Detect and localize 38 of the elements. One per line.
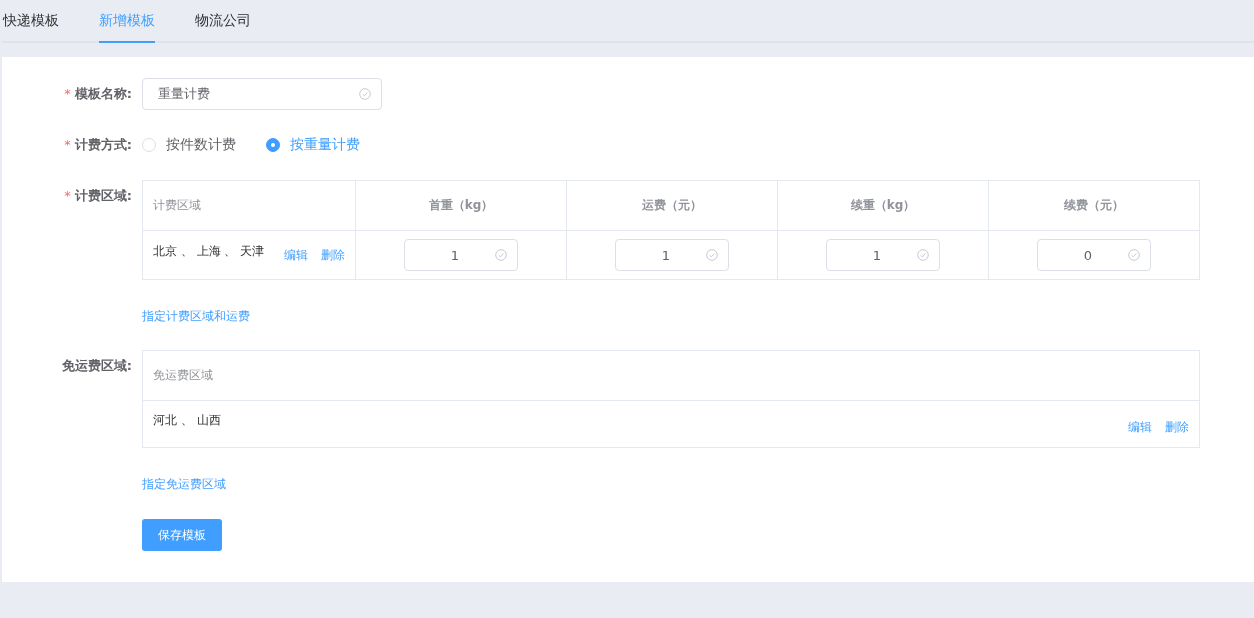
action-link[interactable]: 编辑	[1128, 418, 1152, 436]
required-mark: *	[64, 137, 71, 152]
action-link[interactable]: 删除	[321, 246, 345, 264]
field-label: 计费方式:	[74, 137, 132, 152]
column-header: 续费（元）	[1064, 197, 1124, 214]
check-circle-icon	[495, 249, 507, 261]
region-list: 北京 、 上海 、 天津	[153, 242, 265, 260]
tab[interactable]: 新增模板	[99, 0, 155, 43]
column-header: 首重（kg）	[428, 197, 494, 214]
input-field[interactable]: 1	[615, 239, 729, 271]
input-field[interactable]: 1	[404, 239, 518, 271]
add-region-link[interactable]: 指定计费区域和运费	[142, 309, 250, 323]
field-label: 计费区域:	[74, 188, 132, 203]
column-header: 计费区域	[153, 197, 201, 214]
action-link[interactable]: 编辑	[284, 246, 308, 264]
radio-button[interactable]	[266, 138, 280, 152]
save-button[interactable]: 保存模板	[142, 519, 222, 551]
column-header: 续重（kg）	[850, 197, 916, 214]
region-list: 河北 、 山西	[153, 411, 221, 429]
column-header: 运费（元）	[642, 197, 702, 214]
check-circle-icon	[359, 88, 371, 100]
check-circle-icon	[917, 249, 929, 261]
required-mark: *	[64, 86, 71, 101]
radio-label[interactable]: 按重量计费	[290, 136, 360, 154]
input-field[interactable]: 0	[1037, 239, 1151, 271]
required-mark: *	[64, 188, 71, 203]
input-field[interactable]: 1	[826, 239, 940, 271]
tab[interactable]: 快递模板	[3, 0, 59, 43]
input-field[interactable]: 重量计费	[142, 78, 382, 110]
action-link[interactable]: 删除	[1165, 418, 1189, 436]
add-free-region-link[interactable]: 指定免运费区域	[142, 477, 226, 491]
check-circle-icon	[1128, 249, 1140, 261]
column-header: 免运费区域	[153, 367, 213, 384]
field-label: 免运费区域:	[61, 358, 132, 373]
radio-label[interactable]: 按件数计费	[166, 136, 236, 154]
check-circle-icon	[706, 249, 718, 261]
tab[interactable]: 物流公司	[195, 0, 251, 43]
field-label: 模板名称:	[74, 86, 132, 101]
